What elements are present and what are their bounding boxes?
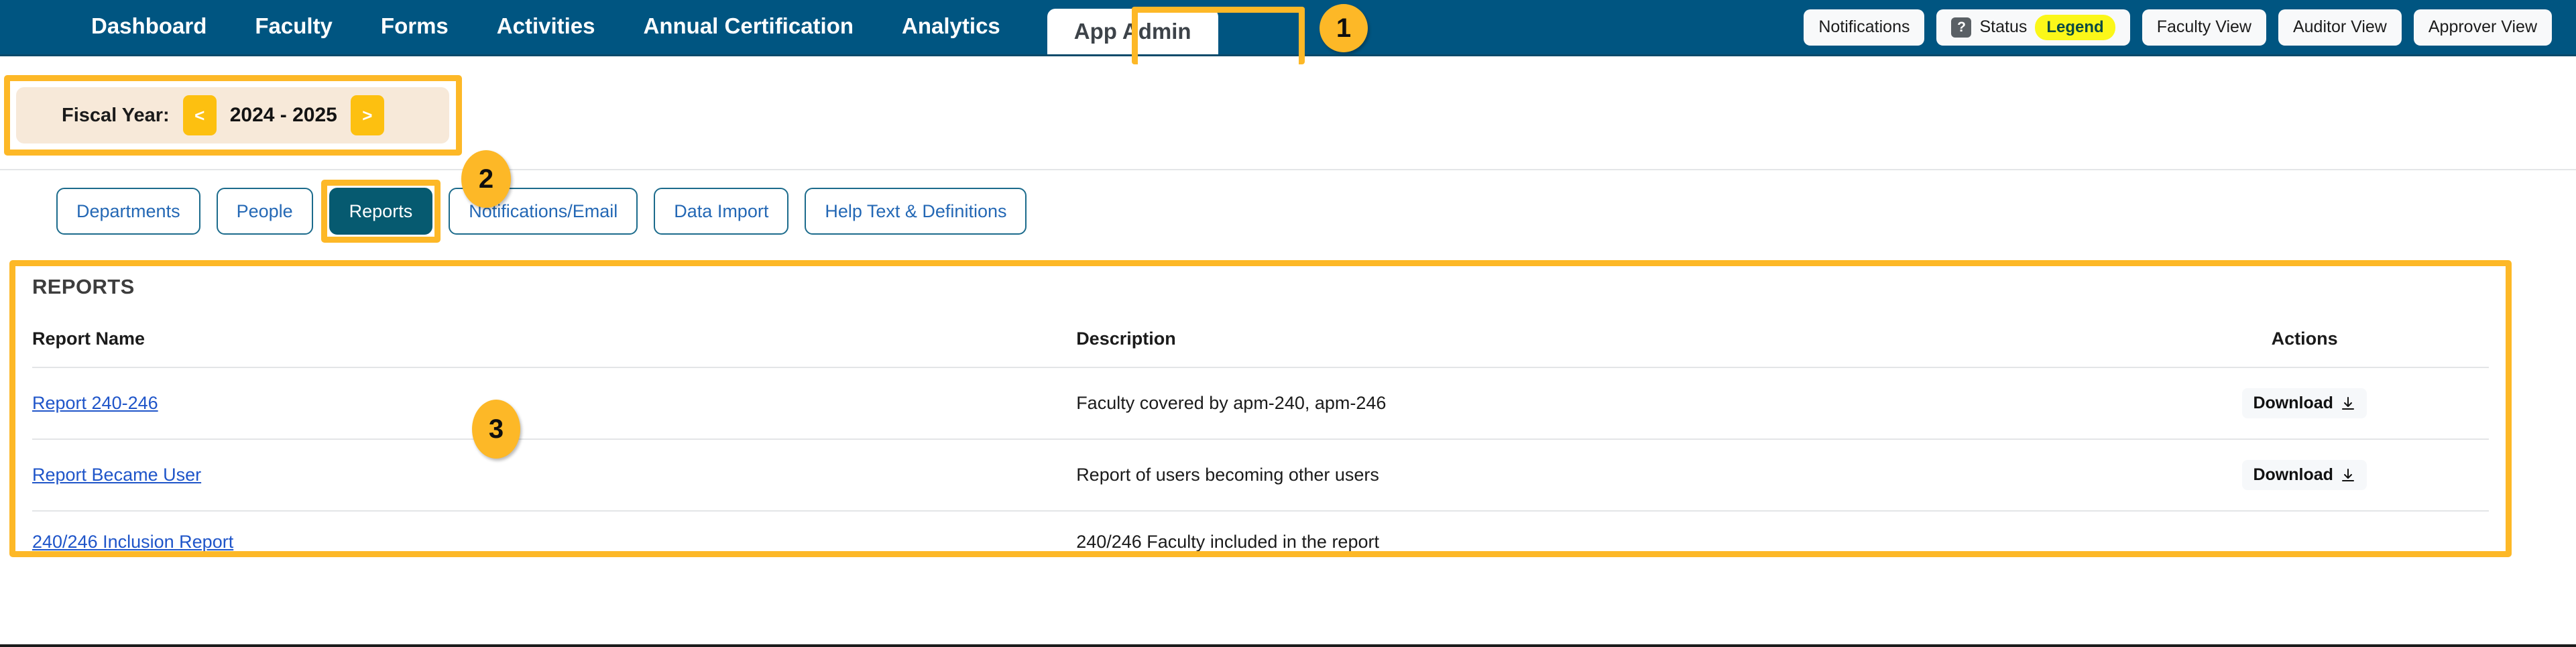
top-right-actions: Notifications ? Status Legend Faculty Vi… <box>1804 9 2552 46</box>
column-header-report-name: Report Name <box>32 329 145 349</box>
nav-item-analytics[interactable]: Analytics <box>878 0 1024 54</box>
legend-badge: Legend <box>2035 14 2115 40</box>
admin-subtabs: Departments People Reports Notifications… <box>56 180 2576 243</box>
approver-view-button[interactable]: Approver View <box>2413 9 2552 46</box>
report-name-cell: Report 240-246 <box>32 367 1077 439</box>
report-name-cell: Report Became User <box>32 438 1077 511</box>
column-header-actions: Actions <box>2271 329 2338 349</box>
table-header-row: Report Name Description Actions <box>32 329 2489 367</box>
tab-data-import[interactable]: Data Import <box>654 188 789 235</box>
download-button[interactable]: Download <box>2242 388 2367 418</box>
nav-item-app-admin-wrapper: App Admin <box>1047 0 1218 54</box>
bottom-border-rule <box>0 644 2576 647</box>
tab-reports-wrapper: Reports <box>320 180 441 243</box>
tab-people[interactable]: People <box>216 188 313 235</box>
status-label: Status <box>1979 17 2028 36</box>
primary-nav-links: Dashboard Faculty Forms Activities Annua… <box>0 0 1218 54</box>
download-icon <box>2341 468 2354 481</box>
callout-badge-3: 3 <box>472 400 520 459</box>
admin-subtabs-region: Departments People Reports Notifications… <box>0 170 2576 459</box>
tab-departments[interactable]: Departments <box>56 188 200 235</box>
callout-badge-1: 1 <box>1320 4 1368 52</box>
top-navigation-bar: Dashboard Faculty Forms Activities Annua… <box>0 0 2576 64</box>
nav-item-faculty[interactable]: Faculty <box>231 0 357 54</box>
nav-item-forms[interactable]: Forms <box>357 0 473 54</box>
report-link[interactable]: 240/246 Inclusion Report <box>32 532 233 552</box>
fiscal-year-label: Fiscal Year: <box>62 104 170 126</box>
tab-reports[interactable]: Reports <box>329 188 433 235</box>
tab-help-text-definitions[interactable]: Help Text & Definitions <box>805 188 1027 235</box>
report-description-cell: Report of users becoming other users <box>1076 438 2121 511</box>
report-name-cell: 240/246 Inclusion Report <box>32 510 1077 573</box>
auditor-view-button[interactable]: Auditor View <box>2278 9 2402 46</box>
fiscal-year-value: 2024 - 2025 <box>229 104 337 126</box>
nav-item-app-admin[interactable]: App Admin <box>1047 9 1218 54</box>
reports-panel: REPORTS Report Name Description Actions … <box>9 260 2512 573</box>
fiscal-year-region: Fiscal Year: < 2024 - 2025 > 2 <box>0 56 2576 208</box>
report-actions-cell <box>2120 510 2489 573</box>
callout-badge-2: 2 <box>461 150 511 208</box>
report-link[interactable]: Report 240-246 <box>32 393 158 413</box>
report-link[interactable]: Report Became User <box>32 465 201 485</box>
table-row: Report 240-246 Faculty covered by apm-24… <box>32 367 2489 439</box>
column-header-description: Description <box>1076 329 1176 349</box>
fiscal-year-selector: Fiscal Year: < 2024 - 2025 > <box>16 87 449 143</box>
report-actions-cell: Download <box>2120 438 2489 511</box>
report-actions-cell: Download <box>2120 367 2489 439</box>
notifications-button[interactable]: Notifications <box>1804 9 1925 46</box>
status-legend-button[interactable]: ? Status Legend <box>1936 9 2130 46</box>
reports-panel-title: REPORTS <box>32 275 135 298</box>
report-description-cell: Faculty covered by apm-240, apm-246 <box>1076 367 2121 439</box>
reports-table-body: Report 240-246 Faculty covered by apm-24… <box>32 367 2489 573</box>
table-row: Report Became User Report of users becom… <box>32 438 2489 511</box>
nav-item-annual-certification[interactable]: Annual Certification <box>620 0 878 54</box>
nav-item-dashboard[interactable]: Dashboard <box>67 0 231 54</box>
reports-table: Report Name Description Actions Report 2… <box>32 329 2489 573</box>
report-description-cell: 240/246 Faculty included in the report <box>1076 510 2121 573</box>
previous-fiscal-year-button[interactable]: < <box>182 95 217 135</box>
reports-panel-content: REPORTS Report Name Description Actions … <box>9 260 2512 573</box>
download-button[interactable]: Download <box>2242 460 2367 490</box>
nav-item-activities[interactable]: Activities <box>473 0 620 54</box>
question-mark-icon: ? <box>1951 17 1972 38</box>
download-button-label: Download <box>2253 465 2333 484</box>
download-icon <box>2341 396 2354 410</box>
download-button-label: Download <box>2253 394 2333 412</box>
next-fiscal-year-button[interactable]: > <box>350 95 384 135</box>
faculty-view-button[interactable]: Faculty View <box>2142 9 2266 46</box>
table-row: 240/246 Inclusion Report 240/246 Faculty… <box>32 510 2489 573</box>
reports-table-header: Report Name Description Actions <box>32 329 2489 367</box>
